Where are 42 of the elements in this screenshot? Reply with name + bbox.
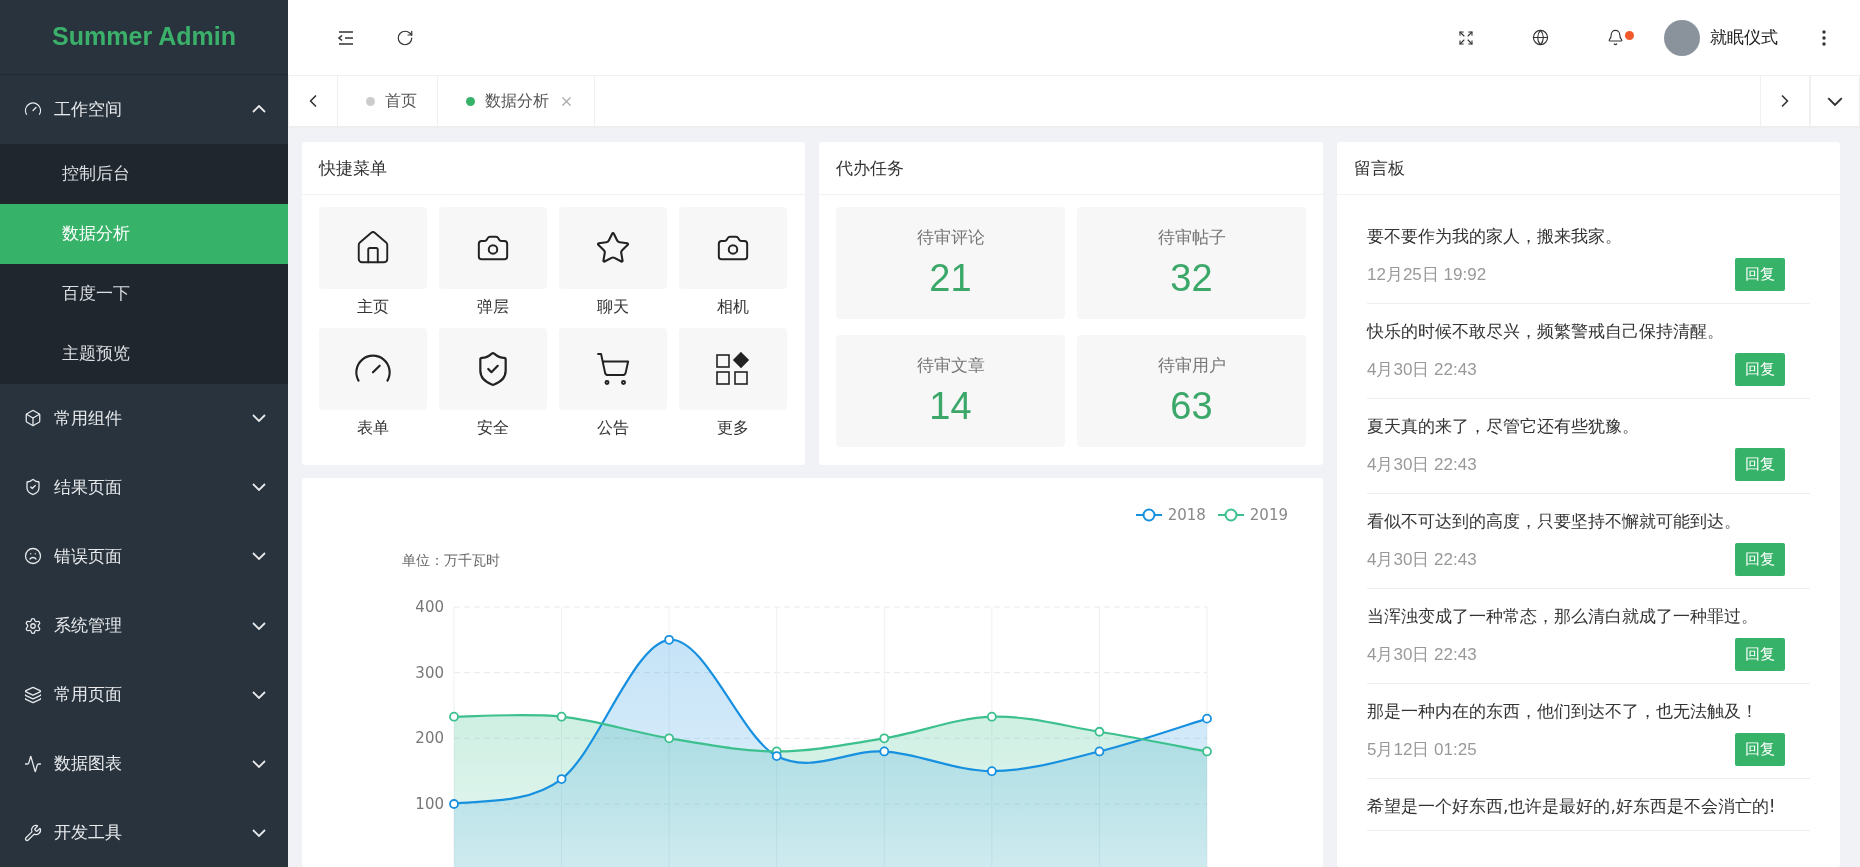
task-label: 待审用户 — [1157, 354, 1226, 377]
legend-label: 2018 — [1167, 506, 1206, 524]
tab-label: 数据分析 — [485, 90, 549, 112]
shortcut-label: 聊天 — [597, 297, 629, 318]
shortcut-label: 表单 — [357, 418, 389, 439]
task-label: 待审帖子 — [1157, 226, 1226, 249]
axis-tick-label: 400 — [415, 598, 444, 616]
message-time: 4月30日 22:43 — [1367, 454, 1477, 476]
axis-tick-label: 100 — [415, 795, 444, 813]
task-count: 32 — [1170, 257, 1213, 300]
shortcut-label: 弹层 — [477, 297, 509, 318]
card-title: 代办任务 — [819, 142, 1323, 195]
message-text: 希望是一个好东西,也许是最好的,好东西是不会消亡的! — [1367, 795, 1777, 818]
axis-tick-label: 200 — [415, 729, 444, 748]
unit-label: 单位：万千瓦时 — [401, 551, 501, 570]
message-text: 当浑浊变成了一种常态，那么清白就成了一种罪过。 — [1367, 605, 1759, 628]
tab-label: 首页 — [385, 90, 417, 112]
task-count: 14 — [929, 385, 972, 428]
user-name: 就眠仪式 — [1710, 26, 1778, 49]
legend-label: 2019 — [1249, 506, 1288, 524]
task-count: 63 — [1170, 385, 1213, 428]
task-label: 待审评论 — [916, 226, 985, 249]
message-text: 快乐的时候不敢尽兴，频繁警戒自己保持清醒。 — [1367, 320, 1725, 343]
message-time: 5月12日 01:25 — [1367, 739, 1477, 761]
message-text: 看似不可达到的高度，只要坚持不懈就可能到达。 — [1367, 510, 1742, 533]
message-time: 4月30日 22:43 — [1367, 549, 1477, 571]
card-title: 留言板 — [1337, 142, 1840, 195]
message-time: 12月25日 19:92 — [1367, 264, 1487, 286]
message-text: 要不要作为我的家人，搬来我家。 — [1367, 225, 1623, 248]
shortcut-label: 公告 — [597, 418, 629, 439]
axis-tick-label: 300 — [415, 663, 444, 682]
message-text: 夏天真的来了，尽管它还有些犹豫。 — [1367, 415, 1640, 438]
shortcut-label: 主页 — [357, 297, 389, 318]
message-time: 4月30日 22:43 — [1367, 359, 1477, 381]
shortcut-label: 更多 — [717, 418, 749, 439]
message-time: 4月30日 22:43 — [1367, 644, 1477, 666]
message-text: 那是一种内在的东西，他们到达不了，也无法触及！ — [1367, 700, 1759, 723]
card-title: 快捷菜单 — [302, 142, 805, 195]
shortcut-label: 相机 — [717, 297, 749, 318]
shortcut-label: 安全 — [477, 418, 509, 439]
task-count: 21 — [929, 257, 972, 300]
task-label: 待审文章 — [916, 354, 985, 377]
